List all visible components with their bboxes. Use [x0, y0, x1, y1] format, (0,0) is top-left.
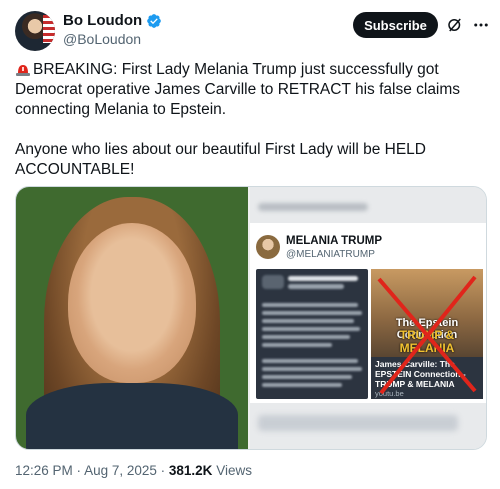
screenshot-post-text-panel [256, 269, 368, 399]
blurred-line [262, 327, 360, 331]
blurred-line [262, 335, 350, 339]
screenshot-avatar [256, 235, 280, 259]
views-label: Views [216, 463, 252, 478]
tweet-date[interactable]: Aug 7, 2025 [84, 463, 157, 478]
screenshot-image[interactable]: MELANIA TRUMP @MELANIATRUMP The Epstein … [250, 187, 486, 449]
author-display-name[interactable]: Bo Loudon [63, 12, 142, 29]
blurred-line [262, 383, 342, 387]
tweet-meta: 12:26 PM · Aug 7, 2025 · 381.2K Views [15, 463, 252, 478]
blurred-line [288, 284, 344, 289]
author-avatar[interactable] [15, 11, 55, 51]
flag-decoration [43, 15, 55, 43]
blurred-line [262, 311, 362, 315]
blurred-header-text [258, 203, 368, 211]
views-count: 381.2K [168, 463, 213, 478]
tweet-body: BREAKING: First Lady Melania Trump just … [15, 60, 485, 180]
blurred-line [262, 343, 332, 347]
blurred-line [262, 319, 354, 323]
verified-badge-icon [147, 13, 161, 28]
blurred-line [288, 276, 358, 281]
blurred-line [262, 367, 362, 371]
blurred-line [262, 303, 358, 307]
screenshot-handle: @MELANIATRUMP [286, 249, 375, 260]
photo-face [68, 223, 196, 383]
tweet-header: Bo Loudon @BoLoudon Subscribe [0, 0, 500, 56]
tweet-time[interactable]: 12:26 PM [15, 463, 73, 478]
blurred-line [262, 359, 358, 363]
screenshot-name: MELANIA TRUMP [286, 235, 383, 247]
blurred-line [262, 375, 352, 379]
more-icon[interactable] [472, 16, 490, 34]
subscribe-button[interactable]: Subscribe [353, 12, 438, 38]
podcast-logo [262, 275, 284, 289]
siren-emoji-icon [16, 65, 30, 76]
grok-icon[interactable] [446, 16, 464, 34]
blurred-footer-text [258, 415, 458, 431]
screenshot-post-card: MELANIA TRUMP @MELANIATRUMP The Epstein … [250, 223, 486, 403]
author-name-row: Bo Loudon [63, 12, 162, 29]
photo-jacket [26, 383, 238, 449]
tweet-text: BREAKING: First Lady Melania Trump just … [15, 61, 461, 178]
youtube-thumbnail-card: The Epstein Connection TRUMP & MELANIA J… [371, 269, 483, 399]
red-x-mark [377, 275, 477, 395]
melania-photo[interactable] [16, 187, 248, 449]
author-handle[interactable]: @BoLoudon [63, 31, 141, 47]
tweet-media[interactable]: MELANIA TRUMP @MELANIATRUMP The Epstein … [15, 186, 487, 450]
